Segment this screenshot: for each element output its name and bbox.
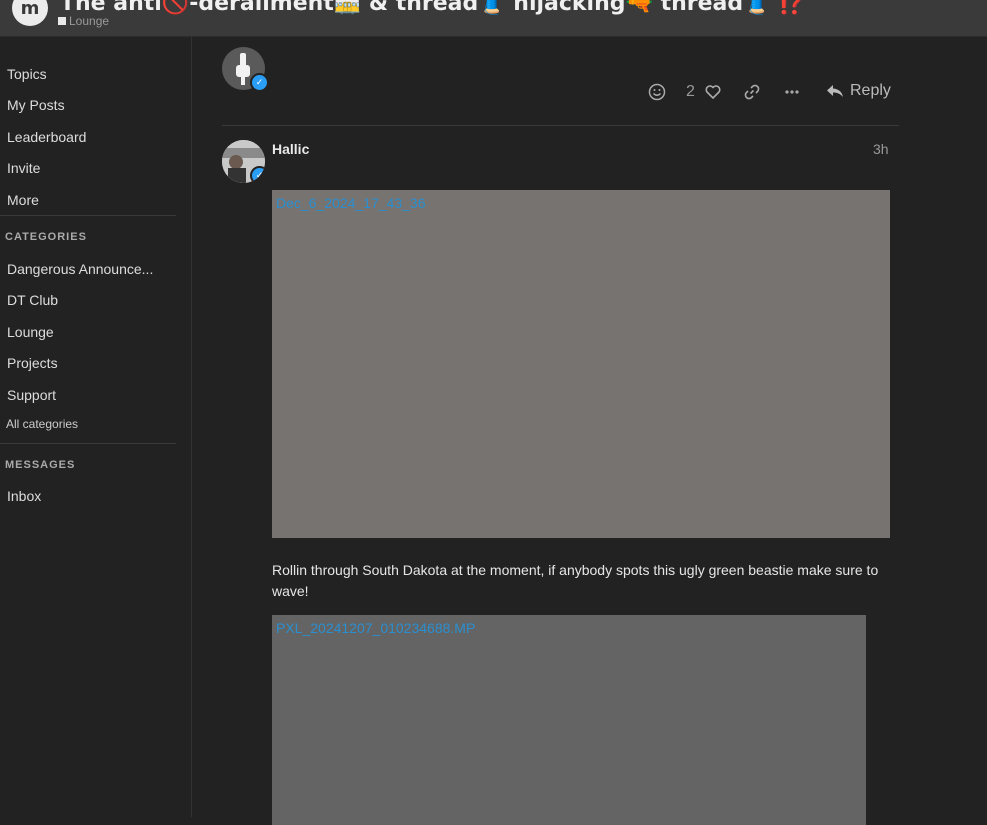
sidebar-item-topics[interactable]: Topics [7,66,47,82]
sidebar-divider [0,215,176,216]
post-username[interactable]: Hallic [272,141,309,157]
topic-title[interactable]: The anti🚫-derailment🚋 & thread🧵 hijackin… [60,0,806,16]
image-link[interactable]: PXL_20241207_010234688.MP [276,620,475,636]
avatar[interactable]: ✓ [222,47,269,92]
sidebar-category-projects[interactable]: Projects [7,355,58,371]
post-image[interactable]: PXL_20241207_010234688.MP [272,615,866,825]
post-body-text: Rollin through South Dakota at the momen… [272,562,879,599]
add-reaction-icon[interactable] [648,83,666,101]
sidebar-category-dt-club[interactable]: DT Club [7,292,58,308]
sidebar-item-leaderboard[interactable]: Leaderboard [7,129,86,145]
sidebar-category-lounge[interactable]: Lounge [7,324,54,340]
sidebar-item-more[interactable]: More [7,192,39,208]
verified-badge-icon: ✓ [250,166,265,183]
reply-arrow-icon [827,85,843,97]
post-time[interactable]: 3h [873,141,889,157]
sidebar-item-my-posts[interactable]: My Posts [7,97,65,113]
top-header: m The anti🚫-derailment🚋 & thread🧵 hijack… [0,0,987,37]
sidebar-category-support[interactable]: Support [7,387,56,403]
image-link[interactable]: Dec_6_2024_17_43_36 [276,195,425,211]
reply-button[interactable]: Reply [826,82,891,100]
verified-badge-icon: ✓ [250,73,269,92]
sidebar-item-invite[interactable]: Invite [7,160,40,176]
category-label: Lounge [69,14,110,28]
categories-heading[interactable]: CATEGORIES [5,231,87,243]
category-color-square [58,17,66,25]
more-actions-icon[interactable] [783,83,801,101]
share-link-icon[interactable] [743,83,761,101]
site-logo[interactable]: m [12,0,48,26]
sidebar-divider [0,443,176,444]
like-count[interactable]: 2 [686,83,695,101]
avatar[interactable]: ✓ [222,140,265,183]
all-categories-link[interactable]: All categories [6,417,78,431]
heart-icon[interactable] [704,83,722,101]
messages-heading[interactable]: MESSAGES [5,459,75,471]
sidebar: Topics My Posts Leaderboard Invite More … [0,37,192,817]
category-breadcrumb[interactable]: Lounge [58,14,109,28]
post-separator [222,125,899,126]
post-image[interactable]: Dec_6_2024_17_43_36 [272,190,890,538]
reply-label: Reply [850,82,891,99]
sidebar-item-inbox[interactable]: Inbox [7,488,41,504]
logo-mark: m [20,0,40,19]
sidebar-category-dangerous-announcements[interactable]: Dangerous Announce... [7,261,153,277]
